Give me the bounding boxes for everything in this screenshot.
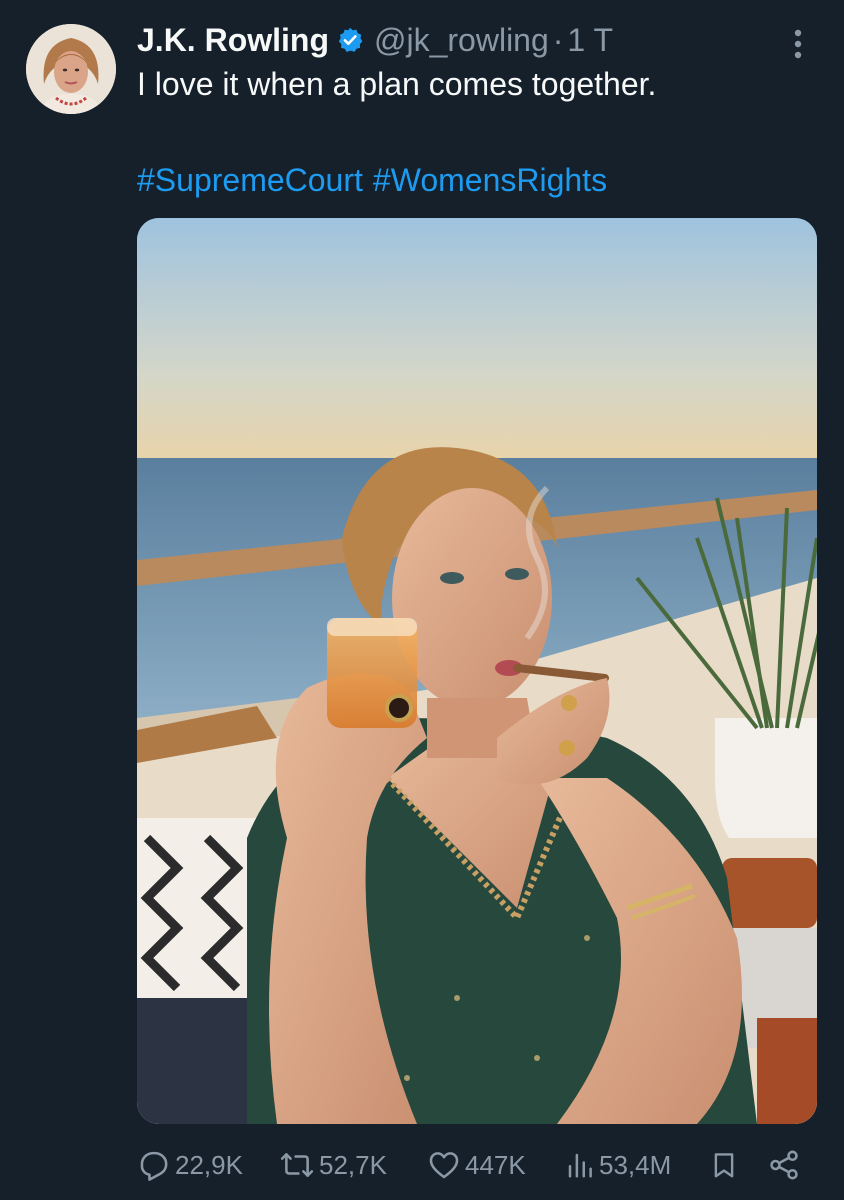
retweet-button[interactable]: 52,7K bbox=[279, 1140, 387, 1190]
tweet-actions: 22,9K 52,7K 447K 53,4M bbox=[137, 1140, 817, 1190]
header-separator: · bbox=[552, 21, 564, 58]
tweet-header: J.K. Rowling @jk_rowling · 1 T bbox=[137, 18, 613, 62]
views-bar-icon bbox=[568, 1153, 592, 1178]
like-count: 447K bbox=[465, 1149, 526, 1180]
reply-button[interactable]: 22,9K bbox=[137, 1140, 243, 1190]
author-avatar[interactable] bbox=[26, 24, 116, 114]
views-button[interactable]: 53,4M bbox=[565, 1140, 671, 1190]
share-button[interactable] bbox=[767, 1140, 801, 1190]
tweet-photo[interactable] bbox=[137, 218, 817, 1124]
tweet-time[interactable]: 1 T bbox=[567, 22, 613, 59]
retweet-icon bbox=[280, 1153, 314, 1177]
reply-icon bbox=[140, 1151, 168, 1181]
avatar-image bbox=[26, 24, 116, 114]
views-count: 53,4M bbox=[599, 1149, 672, 1180]
verified-badge-icon bbox=[336, 26, 364, 54]
bookmark-button[interactable] bbox=[709, 1140, 739, 1190]
author-handle[interactable]: @jk_rowling bbox=[374, 22, 549, 59]
hashtag-link[interactable]: #WomensRights bbox=[373, 162, 607, 198]
share-icon bbox=[770, 1150, 798, 1180]
tweet[interactable]: J.K. Rowling @jk_rowling · 1 T I love it… bbox=[0, 0, 844, 1200]
author-name[interactable]: J.K. Rowling bbox=[137, 22, 329, 59]
more-options-button[interactable] bbox=[780, 22, 816, 66]
more-vertical-icon bbox=[794, 29, 802, 59]
like-button[interactable]: 447K bbox=[427, 1140, 526, 1190]
reply-count: 22,9K bbox=[175, 1149, 243, 1180]
photo-image bbox=[137, 218, 817, 1124]
bookmark-icon bbox=[714, 1153, 734, 1178]
hashtag-link[interactable]: #SupremeCourt bbox=[137, 162, 363, 198]
tweet-text: I love it when a plan comes together. bbox=[137, 66, 657, 102]
heart-icon bbox=[429, 1152, 459, 1179]
tweet-hashtags: #SupremeCourt #WomensRights bbox=[137, 162, 617, 199]
retweet-count: 52,7K bbox=[319, 1149, 387, 1180]
